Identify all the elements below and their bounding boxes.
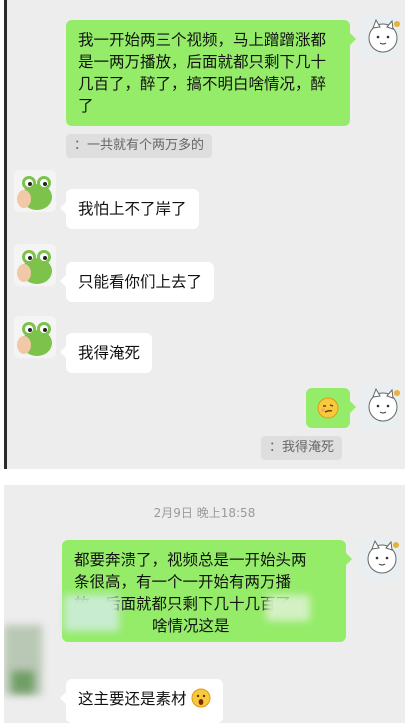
message-bubble[interactable]: 我一开始两三个视频，马上蹭蹭涨都是一两万播放，后面就都只剩下几十几百了，醉了，搞… — [66, 20, 356, 126]
message-bubble[interactable]: 这主要还是素材 — [59, 679, 224, 723]
message-text: 我一开始两三个视频，马上蹭蹭涨都是一两万播放，后面就都只剩下几十几百了，醉了，搞… — [78, 31, 327, 115]
message-text: 只能看你们上去了 — [78, 273, 203, 291]
quote-reference[interactable]: ：我得淹死 — [261, 436, 343, 460]
message-timestamp: 2月9日 晚上18:58 — [153, 506, 256, 520]
redacted-area — [266, 595, 310, 621]
quote-text: ：一共就有个两万多的 — [74, 138, 205, 153]
message-bubble[interactable]: 我怕上不了岸了 — [60, 189, 199, 229]
message-line: 条很高，有一个一开始有两万播 — [74, 573, 292, 591]
left-edge — [4, 0, 7, 469]
message-bubble[interactable]: 只能看你们上去了 — [59, 262, 215, 302]
message-bubble[interactable]: 我得淹死 — [59, 333, 153, 373]
chat-panel-top: 我一开始两三个视频，马上蹭蹭涨都是一两万播放，后面就都只剩下几十几百了，醉了，搞… — [4, 0, 405, 469]
surprised-face-emoji — [191, 688, 211, 714]
cartoon-cat-avatar[interactable] — [359, 16, 401, 58]
message-text: 我怕上不了岸了 — [78, 200, 187, 218]
redacted-area — [64, 595, 119, 631]
green-frog-avatar[interactable] — [14, 170, 56, 212]
cartoon-cat-avatar[interactable] — [358, 537, 400, 579]
green-frog-avatar[interactable] — [14, 244, 56, 286]
quote-reference[interactable]: ：一共就有个两万多的 — [66, 134, 213, 158]
redacted-area — [12, 671, 34, 693]
green-frog-avatar[interactable] — [14, 316, 56, 358]
smirk-face-emoji — [317, 397, 339, 425]
message-line: 都要奔溃了，视频总是一开始头两 — [74, 551, 307, 569]
quote-text: ：我得淹死 — [269, 440, 335, 455]
message-text: 这主要还是素材 — [78, 690, 187, 708]
message-text: 我得淹死 — [78, 344, 141, 362]
message-bubble[interactable] — [306, 388, 356, 428]
chat-panel-bottom: 2月9日 晚上18:58 都要奔溃了，视频总是一开始头两 条很高，有一个一开始有… — [4, 485, 405, 723]
cartoon-cat-avatar[interactable] — [359, 385, 401, 427]
